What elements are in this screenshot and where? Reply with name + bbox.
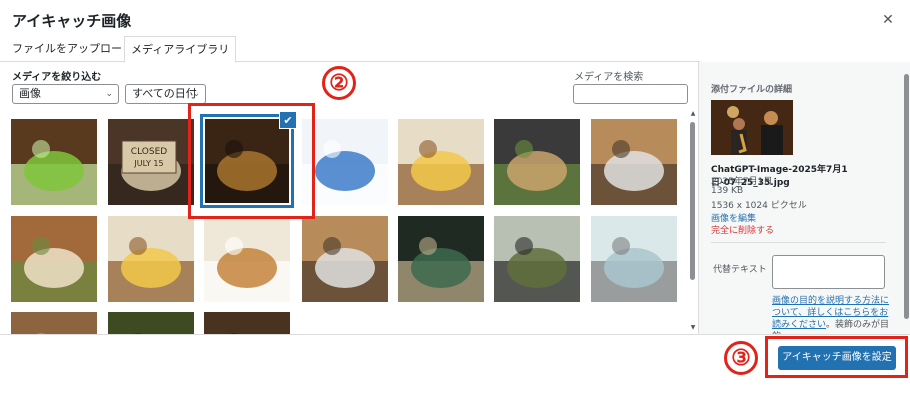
annotation-step3-number: ③ <box>724 341 758 375</box>
sidebar-scroll-thumb[interactable] <box>904 74 909 319</box>
modal-title: アイキャッチ画像 <box>12 12 132 30</box>
website-screenshot-thumbnail[interactable] <box>302 119 388 205</box>
horse-field-thumbnail[interactable] <box>494 216 580 302</box>
grid-scroll-thumb[interactable] <box>690 122 695 280</box>
curry-bowl-2-thumbnail[interactable] <box>108 216 194 302</box>
delete-permanently-link[interactable]: 完全に削除する <box>711 223 774 236</box>
partial-thumbnail-1[interactable] <box>11 312 97 335</box>
attachment-thumbnail <box>711 100 793 155</box>
date-filter-value: すべての日付 <box>132 87 197 100</box>
sidebar-scrollbar[interactable] <box>903 62 910 334</box>
partial-thumbnail-2[interactable] <box>108 312 194 335</box>
green-drink-thumbnail[interactable] <box>11 119 97 205</box>
tab-media-library[interactable]: メディアライブラリ <box>124 36 237 63</box>
media-grid: CLOSED JULY 15 <box>0 110 690 335</box>
search-label: メディアを検索 <box>574 72 644 83</box>
filter-label: メディアを絞り込む <box>12 72 102 83</box>
menu-board-thumbnail[interactable] <box>591 119 677 205</box>
sidebar-divider <box>711 242 886 243</box>
curry-bowl-thumbnail[interactable] <box>398 119 484 205</box>
bath-thumbnail[interactable] <box>591 216 677 302</box>
close-icon[interactable]: ✕ <box>878 10 898 30</box>
scroll-down-icon[interactable]: ▼ <box>689 324 697 332</box>
modal-footer <box>0 334 910 412</box>
svg-text:CLOSED: CLOSED <box>131 147 167 157</box>
dark-menu-poster-thumbnail[interactable] <box>398 216 484 302</box>
partial-thumbnail-3[interactable] <box>204 312 290 335</box>
svg-text:JULY 15: JULY 15 <box>133 159 163 168</box>
attachment-details-sidebar: 添付ファイルの詳細 ChatGPT-Image-2025年7月1日-07_25_… <box>698 62 910 334</box>
alt-text-field[interactable] <box>772 255 885 289</box>
chevron-down-icon: ⌄ <box>192 89 200 99</box>
set-featured-image-button[interactable]: アイキャッチ画像を設定 <box>778 346 896 370</box>
media-type-value: 画像 <box>19 87 41 100</box>
alt-text-label: 代替テキスト <box>713 265 767 275</box>
media-type-select[interactable]: 画像 ⌄ <box>12 84 119 104</box>
attachment-dimensions: 1536 x 1024 ピクセル <box>711 201 807 211</box>
chevron-down-icon: ⌄ <box>105 89 113 99</box>
curry-rice-thumbnail[interactable] <box>204 216 290 302</box>
checkmark-icon[interactable]: ✔ <box>279 111 297 129</box>
date-filter-select[interactable]: すべての日付 ⌄ <box>125 84 206 104</box>
search-input[interactable] <box>573 84 688 104</box>
tab-upload-files[interactable]: ファイルをアップロード <box>6 36 139 62</box>
featured-image-modal: アイキャッチ画像 ✕ ファイルをアップロード メディアライブラリ メディアを絞り… <box>0 0 910 412</box>
tab-bar: ファイルをアップロード メディアライブラリ <box>0 36 700 63</box>
closed-sign-thumbnail[interactable]: CLOSED JULY 15 <box>108 119 194 205</box>
attachment-details-heading: 添付ファイルの詳細 <box>711 85 793 95</box>
menu-board-2-thumbnail[interactable] <box>302 216 388 302</box>
scroll-up-icon[interactable]: ▲ <box>689 110 697 118</box>
attachment-size: 139 KB <box>711 186 744 196</box>
jazz-saxophone-thumbnail[interactable] <box>204 119 290 205</box>
alt-text-help: 画像の目的を説明する方法について、詳しくはこちらをお読みください。装飾のみが目的 <box>772 295 892 334</box>
annotation-step2-number: ② <box>322 66 356 100</box>
sandwich-thumbnail[interactable] <box>494 119 580 205</box>
sandwich-wrap-thumbnail[interactable] <box>11 216 97 302</box>
grid-scrollbar[interactable]: ▲ ▼ <box>689 110 697 332</box>
